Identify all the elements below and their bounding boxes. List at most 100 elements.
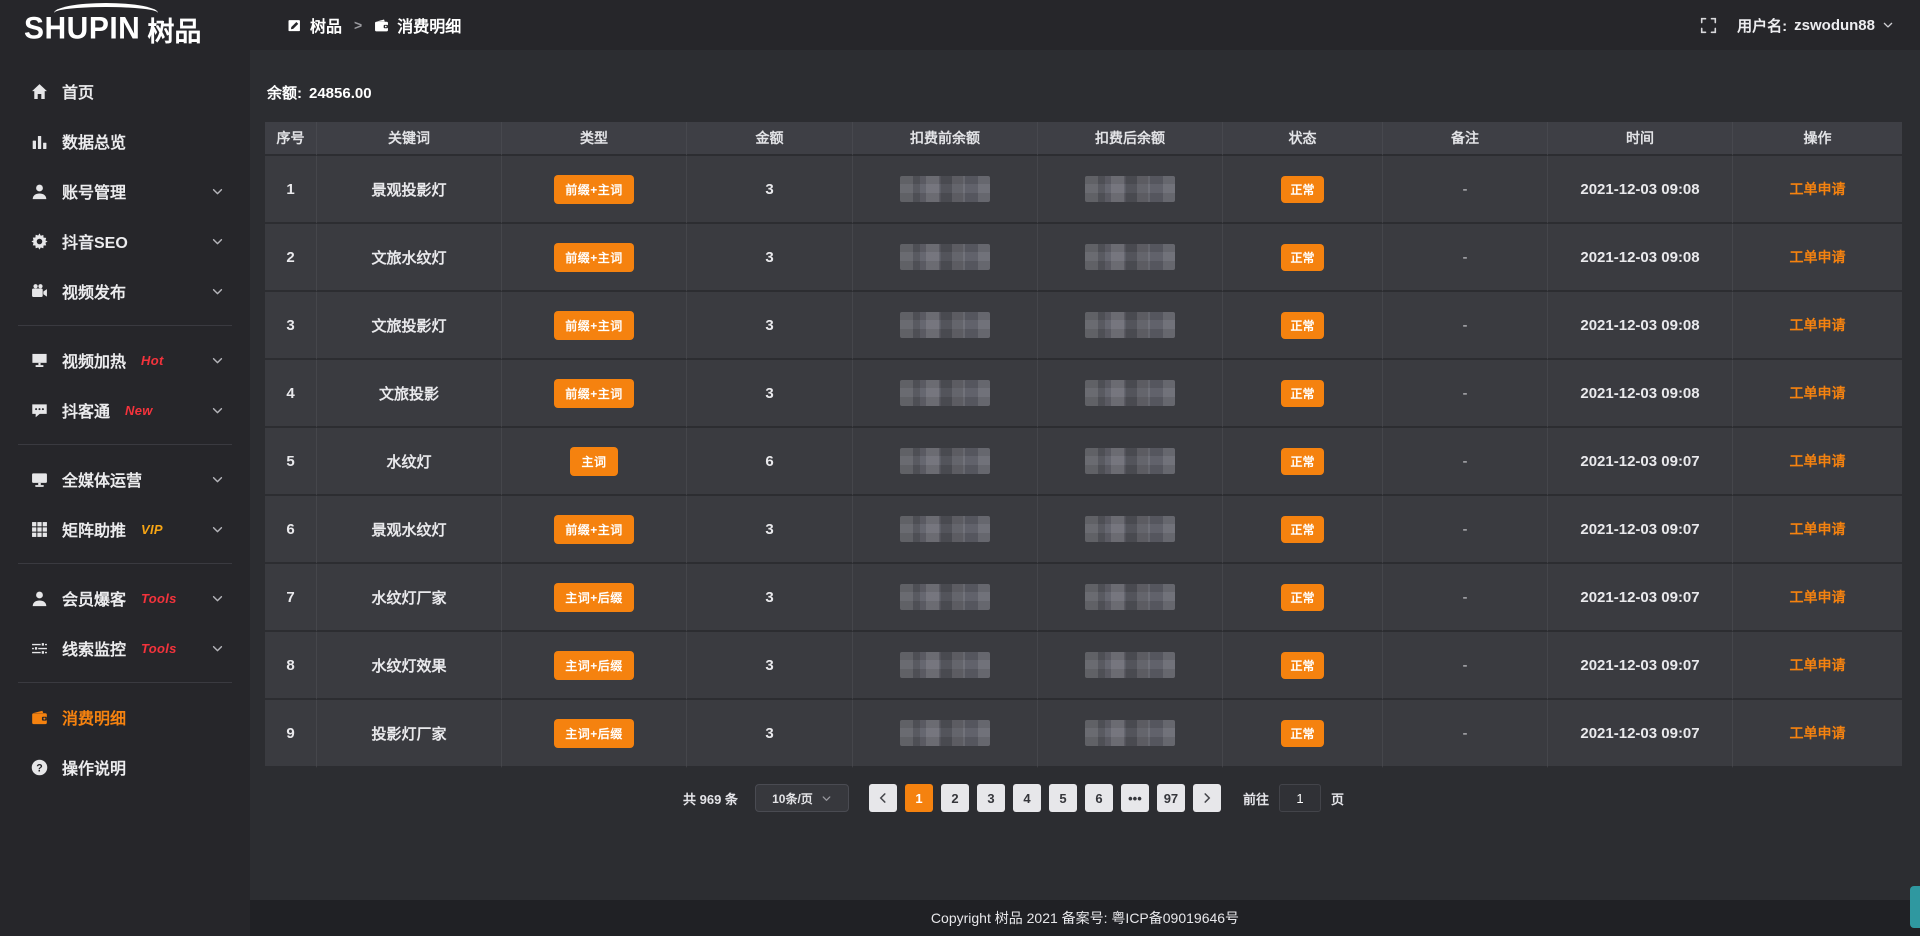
wallet-icon xyxy=(31,709,48,726)
sidebar-item-label: 账号管理 xyxy=(62,179,126,203)
copyright-text: Copyright 树品 2021 备案号: 粤ICP备09019646号 xyxy=(931,908,1239,928)
page-size-select[interactable]: 10条/页 xyxy=(755,784,849,812)
page-button-5[interactable]: 5 xyxy=(1049,784,1077,812)
sidebar-item-account-management[interactable]: 账号管理 xyxy=(0,166,250,216)
work-order-link[interactable]: 工单申请 xyxy=(1790,521,1846,537)
table-row: 3文旅投影灯前缀+主词3正常-2021-12-03 09:08工单申请 xyxy=(265,292,1902,360)
cell-status: 正常 xyxy=(1223,292,1383,360)
redacted-balance-before xyxy=(900,380,990,406)
work-order-link[interactable]: 工单申请 xyxy=(1790,249,1846,265)
page-button-97[interactable]: 97 xyxy=(1157,784,1185,812)
breadcrumb-label: 消费明细 xyxy=(397,13,461,37)
page-button-4[interactable]: 4 xyxy=(1013,784,1041,812)
cell-action: 工单申请 xyxy=(1733,224,1902,292)
cell-time: 2021-12-03 09:08 xyxy=(1548,292,1733,360)
work-order-link[interactable]: 工单申请 xyxy=(1790,589,1846,605)
svg-text:?: ? xyxy=(36,762,42,774)
content: 余额:24856.00 序号关键词类型金额扣费前余额扣费后余额状态备注时间操作 … xyxy=(250,50,1920,900)
sidebar-item-video-heat[interactable]: 视频加热Hot xyxy=(0,335,250,385)
cell-time: 2021-12-03 09:08 xyxy=(1548,360,1733,428)
cell-status: 正常 xyxy=(1223,564,1383,632)
sidebar-item-member-burst[interactable]: 会员爆客Tools xyxy=(0,573,250,623)
redacted-balance-after xyxy=(1085,516,1175,542)
user-menu[interactable]: 用户名: zswodun88 xyxy=(1737,15,1894,36)
page-ellipsis-button[interactable]: ••• xyxy=(1121,784,1149,812)
cell-balance-before xyxy=(853,224,1038,292)
sidebar-item-label: 数据总览 xyxy=(62,129,126,153)
grid-icon xyxy=(31,521,48,538)
type-badge: 前缀+主词 xyxy=(554,379,634,408)
work-order-link[interactable]: 工单申请 xyxy=(1790,453,1846,469)
sidebar-item-clue-monitor[interactable]: 线索监控Tools xyxy=(0,623,250,673)
cell-keyword: 水纹灯效果 xyxy=(317,632,502,700)
redacted-balance-before xyxy=(900,652,990,678)
cell-balance-before xyxy=(853,428,1038,496)
page-button-6[interactable]: 6 xyxy=(1085,784,1113,812)
cell-note: - xyxy=(1383,564,1548,632)
goto-label: 前往 xyxy=(1243,789,1269,808)
redacted-balance-after xyxy=(1085,448,1175,474)
prev-page-button[interactable] xyxy=(869,784,897,812)
status-badge: 正常 xyxy=(1281,312,1323,339)
goto-page-input[interactable] xyxy=(1279,784,1321,812)
sidebar-item-label: 全媒体运营 xyxy=(62,467,142,491)
page-button-1[interactable]: 1 xyxy=(905,784,933,812)
sidebar-item-douketong[interactable]: 抖客通New xyxy=(0,385,250,435)
sidebar-item-data-overview[interactable]: 数据总览 xyxy=(0,116,250,166)
page-button-2[interactable]: 2 xyxy=(941,784,969,812)
cell-balance-before xyxy=(853,700,1038,768)
main-column: 树品>消费明细 用户名: zswodun88 余额:24856.00 序号关键词… xyxy=(250,0,1920,936)
goto-page: 前往 页 xyxy=(1243,784,1344,812)
cell-balance-before xyxy=(853,360,1038,428)
breadcrumb-item-1[interactable]: 消费明细 xyxy=(374,13,461,37)
type-badge: 主词+后缀 xyxy=(554,719,634,748)
table-row: 8水纹灯效果主词+后缀3正常-2021-12-03 09:07工单申请 xyxy=(265,632,1902,700)
cell-no: 6 xyxy=(265,496,317,564)
work-order-link[interactable]: 工单申请 xyxy=(1790,725,1846,741)
chevron-down-icon xyxy=(211,592,224,605)
column-header-type: 类型 xyxy=(502,122,687,156)
sidebar-item-douyin-seo[interactable]: 抖音SEO xyxy=(0,216,250,266)
sidebar-item-consumption-detail[interactable]: 消费明细 xyxy=(0,692,250,742)
next-page-button[interactable] xyxy=(1193,784,1221,812)
sidebar-item-label: 首页 xyxy=(62,79,94,103)
work-order-link[interactable]: 工单申请 xyxy=(1790,657,1846,673)
cell-action: 工单申请 xyxy=(1733,292,1902,360)
cell-no: 3 xyxy=(265,292,317,360)
work-order-link[interactable]: 工单申请 xyxy=(1790,317,1846,333)
status-badge: 正常 xyxy=(1281,652,1323,679)
cell-balance-before xyxy=(853,156,1038,224)
sidebar-item-label: 会员爆客 xyxy=(62,586,126,610)
cell-action: 工单申请 xyxy=(1733,360,1902,428)
table-row: 4文旅投影前缀+主词3正常-2021-12-03 09:08工单申请 xyxy=(265,360,1902,428)
table-row: 6景观水纹灯前缀+主词3正常-2021-12-03 09:07工单申请 xyxy=(265,496,1902,564)
fullscreen-icon[interactable] xyxy=(1700,17,1717,34)
page-size-label: 10条/页 xyxy=(772,790,813,807)
sidebar-item-video-publish[interactable]: 视频发布 xyxy=(0,266,250,316)
status-badge: 正常 xyxy=(1281,176,1323,203)
chevron-down-icon xyxy=(1882,19,1894,31)
page-button-3[interactable]: 3 xyxy=(977,784,1005,812)
balance: 余额:24856.00 xyxy=(267,84,1902,104)
type-badge: 前缀+主词 xyxy=(554,311,634,340)
cell-no: 9 xyxy=(265,700,317,768)
breadcrumb-item-0[interactable]: 树品 xyxy=(287,13,342,37)
sliders-icon xyxy=(31,640,48,657)
redacted-balance-before xyxy=(900,312,990,338)
status-badge: 正常 xyxy=(1281,516,1323,543)
sidebar-item-matrix-boost[interactable]: 矩阵助推VIP xyxy=(0,504,250,554)
cell-action: 工单申请 xyxy=(1733,700,1902,768)
type-badge: 前缀+主词 xyxy=(554,175,634,204)
sidebar-item-media-operation[interactable]: 全媒体运营 xyxy=(0,454,250,504)
sidebar-item-home[interactable]: 首页 xyxy=(0,66,250,116)
work-order-link[interactable]: 工单申请 xyxy=(1790,385,1846,401)
goto-suffix: 页 xyxy=(1331,789,1344,808)
cell-note: - xyxy=(1383,224,1548,292)
doc-icon xyxy=(287,18,302,33)
cell-note: - xyxy=(1383,632,1548,700)
cell-balance-after xyxy=(1038,700,1223,768)
floating-widget-sliver[interactable] xyxy=(1910,886,1920,928)
work-order-link[interactable]: 工单申请 xyxy=(1790,181,1846,197)
chat-icon xyxy=(31,402,48,419)
cell-status: 正常 xyxy=(1223,700,1383,768)
